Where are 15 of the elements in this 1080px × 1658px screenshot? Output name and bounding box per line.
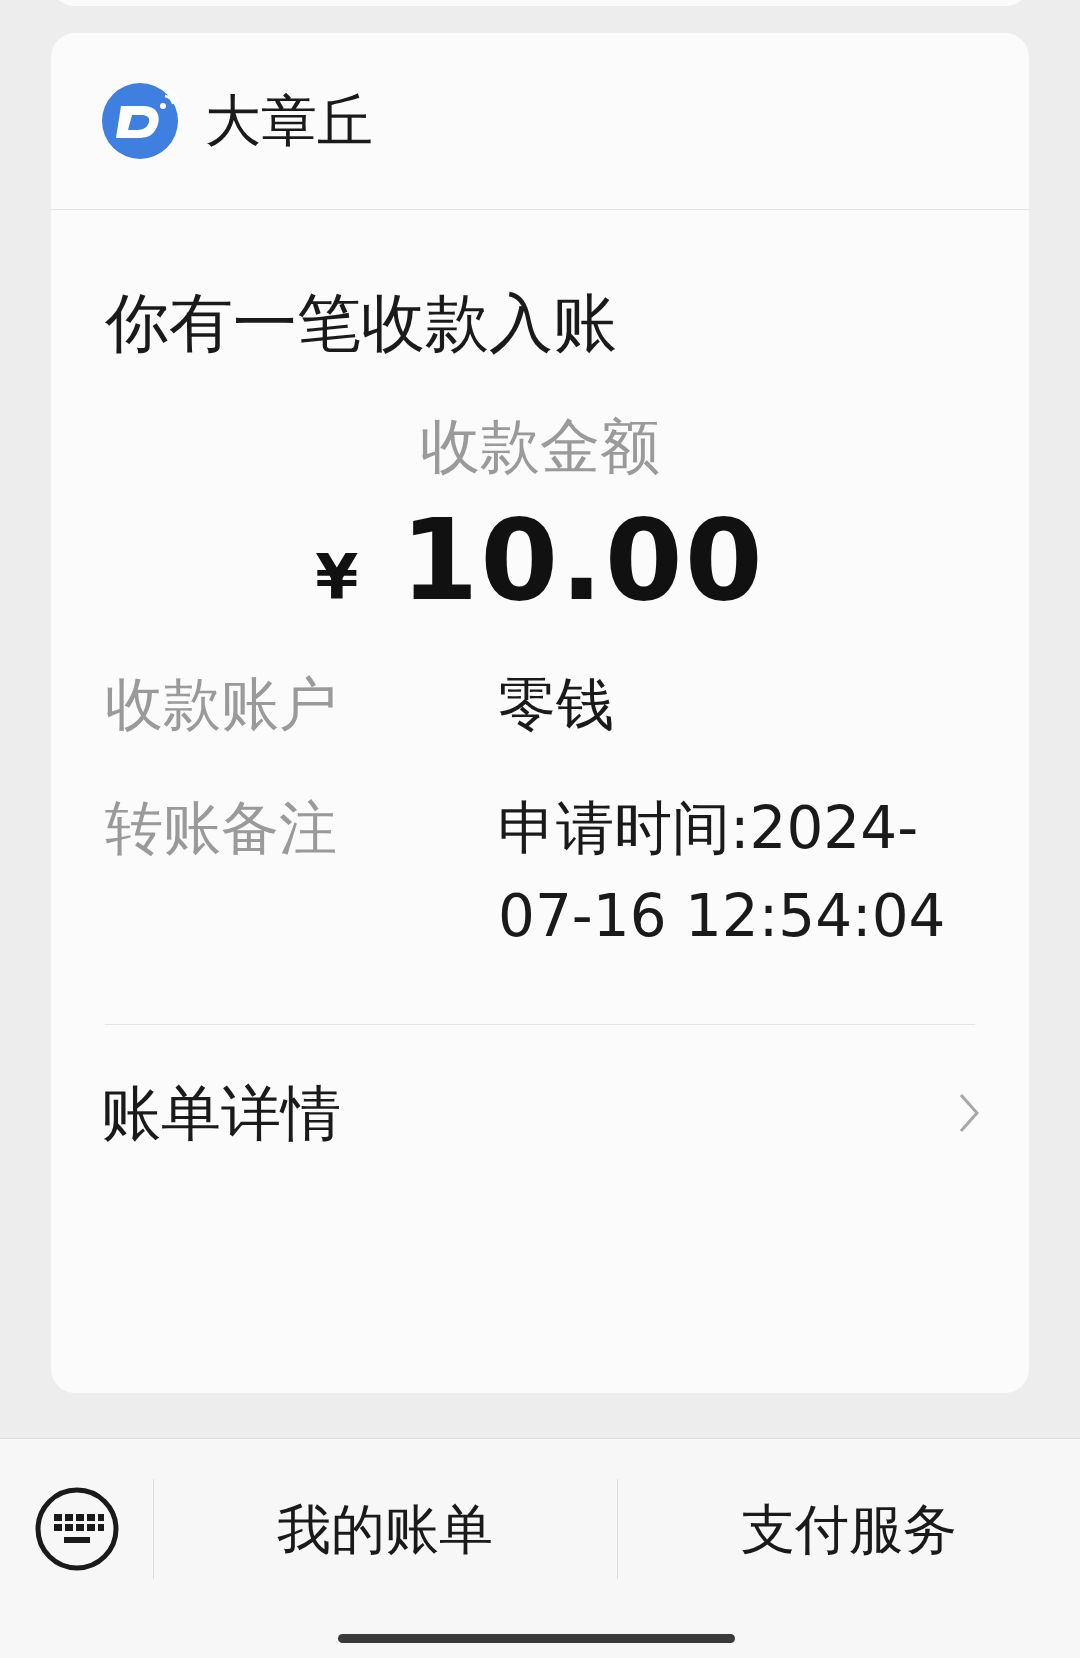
menu-button[interactable]: 我的账单	[153, 1479, 617, 1579]
chevron-right-icon	[959, 1093, 979, 1133]
detail-value: 申请时间:2024-07-16 12:54:04	[498, 793, 947, 952]
currency-symbol: ¥	[315, 547, 359, 609]
logo-icon	[101, 82, 179, 160]
amount-label: 收款金额	[420, 410, 660, 482]
notice-heading: 你有一笔收款入账	[105, 285, 618, 362]
bill-details-link[interactable]: 账单详情	[101, 1025, 979, 1201]
detail-label: 收款账户	[105, 669, 338, 740]
detail-label: 转账备注	[105, 793, 338, 864]
detail-value: 零钱	[498, 669, 615, 740]
menu-button[interactable]: 支付服务	[616, 1479, 1080, 1579]
keyboard-icon[interactable]	[33, 1486, 120, 1572]
account-name: 大章丘	[205, 93, 373, 149]
amount-value: 10.00	[400, 504, 765, 616]
